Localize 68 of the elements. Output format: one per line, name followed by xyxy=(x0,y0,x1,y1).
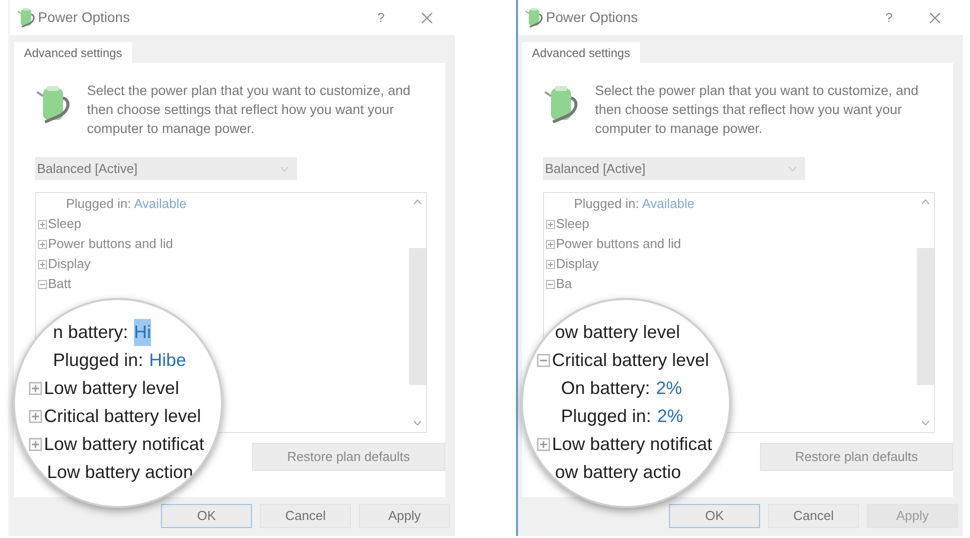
group-row[interactable]: ow battery level xyxy=(555,318,680,346)
chevron-up-icon[interactable] xyxy=(920,199,930,205)
setting-label: Plugged in: xyxy=(561,404,652,428)
group-row[interactable]: Display xyxy=(48,254,91,274)
expand-icon[interactable] xyxy=(546,260,555,268)
setting-label: n battery: xyxy=(53,320,128,344)
battery-plug-icon xyxy=(35,84,71,126)
window-title: Power Options xyxy=(546,8,638,27)
tab[interactable]: Advanced settings xyxy=(14,42,132,63)
expand-icon[interactable] xyxy=(29,382,42,394)
group-row[interactable]: Batt xyxy=(48,274,72,294)
dialog-button[interactable]: OK xyxy=(669,504,760,528)
battery-plug-icon xyxy=(524,6,544,28)
group-row[interactable]: Display xyxy=(556,254,599,274)
group-row[interactable]: Critical battery level xyxy=(44,402,202,430)
dialog-button[interactable]: Cancel xyxy=(768,504,859,528)
expand-icon[interactable] xyxy=(537,438,550,450)
setting-value[interactable]: 2% xyxy=(656,374,682,402)
battery-plug-icon xyxy=(16,6,36,28)
group-row[interactable]: Low battery action xyxy=(47,458,194,486)
chevron-down-icon[interactable] xyxy=(920,420,930,426)
group-row[interactable]: Sleep xyxy=(48,214,82,234)
help-button[interactable]: ? xyxy=(371,8,391,28)
group-row[interactable]: Power buttons and lid xyxy=(48,234,174,254)
chevron-down-icon xyxy=(788,166,797,172)
dialog-button[interactable]: Apply xyxy=(359,504,450,528)
collapse-icon[interactable] xyxy=(38,280,47,288)
plan-dropdown[interactable]: Balanced [Active] xyxy=(543,157,805,180)
dialog-button[interactable]: OK xyxy=(161,504,252,528)
group-row[interactable]: Low battery notificat xyxy=(552,430,712,458)
chevron-up-icon[interactable] xyxy=(412,199,422,205)
group-row[interactable]: Sleep xyxy=(556,214,590,234)
collapse-icon[interactable] xyxy=(546,280,555,288)
help-button[interactable]: ? xyxy=(879,8,899,28)
collapse-icon[interactable] xyxy=(537,354,550,366)
expand-icon[interactable] xyxy=(38,220,47,228)
close-icon[interactable] xyxy=(421,12,433,24)
plan-dropdown[interactable]: Balanced [Active] xyxy=(35,157,297,180)
group-row[interactable]: Ba xyxy=(556,274,572,294)
setting-label: Plugged in: xyxy=(53,348,144,372)
chevron-down-icon xyxy=(280,166,289,172)
expand-icon[interactable] xyxy=(29,410,42,422)
expand-icon[interactable] xyxy=(38,240,47,248)
setting-row[interactable]: Plugged in: Available xyxy=(66,194,186,214)
close-icon[interactable] xyxy=(929,12,941,24)
setting-value[interactable]: 2% xyxy=(657,402,684,430)
expand-icon[interactable] xyxy=(546,240,555,248)
setting-value[interactable]: Hi xyxy=(134,318,152,346)
restore-defaults-button[interactable]: Restore plan defaults xyxy=(760,443,953,471)
setting-label: On battery: xyxy=(561,376,650,400)
expand-icon[interactable] xyxy=(38,260,47,268)
expand-icon[interactable] xyxy=(29,438,42,450)
group-row[interactable]: Power buttons and lid xyxy=(556,234,682,254)
group-row[interactable]: ow battery actio xyxy=(555,458,682,486)
description-text: Select the power plan that you want to customize, and then choose settings that reflect how you want your computer to manage power. xyxy=(87,82,412,138)
chevron-down-icon[interactable] xyxy=(412,420,422,426)
group-row[interactable]: Low battery notificat xyxy=(44,430,204,458)
restore-defaults-button[interactable]: Restore plan defaults xyxy=(252,443,445,471)
tab[interactable]: Advanced settings xyxy=(522,42,640,63)
setting-value[interactable]: Hibe xyxy=(149,346,186,374)
description-text: Select the power plan that you want to customize, and then choose settings that reflect how you want your computer to manage power. xyxy=(595,82,920,138)
window-title: Power Options xyxy=(38,8,130,27)
expand-icon[interactable] xyxy=(546,220,555,228)
group-row[interactable]: Critical battery level xyxy=(552,346,710,374)
group-row[interactable]: Low battery level xyxy=(44,374,180,402)
dialog-button[interactable]: Cancel xyxy=(260,504,351,528)
battery-plug-icon xyxy=(543,84,579,126)
setting-row[interactable]: Plugged in: Available xyxy=(574,194,694,214)
